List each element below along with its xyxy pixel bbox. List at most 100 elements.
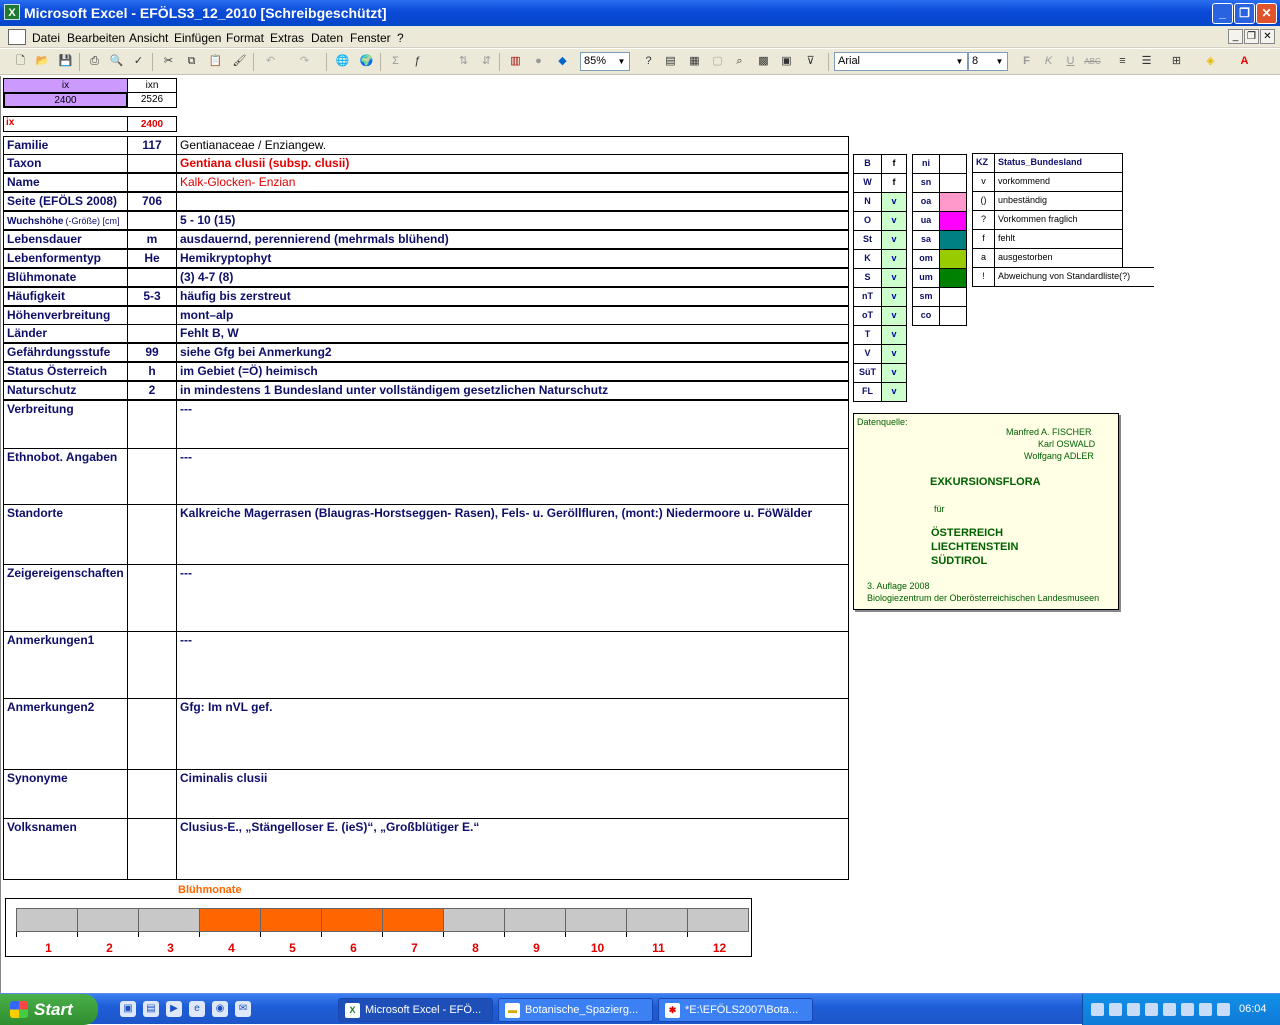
region-color-swatch[interactable] bbox=[939, 268, 967, 288]
drawing-icon[interactable]: ◆ bbox=[554, 53, 571, 70]
sort-desc-icon[interactable]: ⇵ bbox=[478, 53, 495, 70]
row-code[interactable] bbox=[127, 211, 177, 230]
row-code[interactable] bbox=[127, 268, 177, 287]
doc-close-icon[interactable]: ✕ bbox=[1260, 29, 1275, 44]
row-value[interactable]: --- bbox=[176, 631, 849, 699]
menu-einfuegen[interactable]: Einfügen bbox=[174, 31, 221, 45]
toolbar-icon[interactable]: ▢ bbox=[709, 53, 726, 70]
row-value[interactable]: häufig bis zerstreut bbox=[176, 287, 849, 306]
row-value[interactable]: ausdauernd, perennierend (mehrmals blühe… bbox=[176, 230, 849, 249]
land-status[interactable]: v bbox=[881, 306, 907, 326]
close-button[interactable]: ✕ bbox=[1256, 3, 1277, 24]
land-status[interactable]: v bbox=[881, 363, 907, 383]
quicklaunch-firefox-icon[interactable]: ◉ bbox=[212, 1001, 228, 1017]
font-color-icon[interactable]: A bbox=[1236, 53, 1253, 70]
row-value[interactable]: (3) 4-7 (8) bbox=[176, 268, 849, 287]
row-value[interactable]: Kalkreiche Magerrasen (Blaugras-Horstseg… bbox=[176, 504, 849, 565]
tray-icon[interactable] bbox=[1217, 1003, 1230, 1016]
quicklaunch-icon[interactable]: ✉ bbox=[235, 1001, 251, 1017]
bold-button[interactable]: F bbox=[1018, 53, 1035, 70]
row-code[interactable] bbox=[127, 154, 177, 173]
row-code[interactable] bbox=[127, 698, 177, 770]
borders-icon[interactable]: ⊞ bbox=[1168, 53, 1185, 70]
quicklaunch-ie-icon[interactable]: e bbox=[189, 1001, 205, 1017]
fill-color-icon[interactable]: ◈ bbox=[1202, 53, 1219, 70]
task-folder[interactable]: ▬ Botanische_Spazierg... bbox=[498, 998, 653, 1022]
land-status[interactable]: v bbox=[881, 211, 907, 231]
sort-asc-icon[interactable]: ⇅ bbox=[455, 53, 472, 70]
font-select[interactable]: Arial ▼ bbox=[834, 52, 968, 71]
align-left-icon[interactable]: ≡ bbox=[1114, 53, 1131, 70]
spelling-icon[interactable]: ✓ bbox=[130, 53, 147, 70]
row-code[interactable] bbox=[127, 818, 177, 880]
hyperlink-icon[interactable]: 🌐 bbox=[334, 53, 351, 70]
row-code[interactable]: He bbox=[127, 249, 177, 268]
format-painter-icon[interactable]: 🖌 bbox=[231, 53, 248, 70]
save-icon[interactable]: 💾 bbox=[57, 53, 74, 70]
menu-datei[interactable]: Datei bbox=[32, 31, 60, 45]
toolbar-icon[interactable]: ▩ bbox=[755, 53, 772, 70]
binoculars-icon[interactable]: ⌕ bbox=[731, 53, 748, 70]
land-status[interactable]: f bbox=[881, 173, 907, 193]
filter-icon[interactable]: ⊽ bbox=[802, 53, 819, 70]
row-code[interactable] bbox=[127, 769, 177, 819]
region-color-swatch[interactable] bbox=[939, 249, 967, 269]
paste-icon[interactable]: 📋 bbox=[207, 53, 224, 70]
row-value[interactable]: mont–alp bbox=[176, 306, 849, 325]
row-code[interactable] bbox=[127, 400, 177, 449]
ix-value-cell[interactable]: 2400 bbox=[3, 92, 128, 108]
quicklaunch-media-icon[interactable]: ▶ bbox=[166, 1001, 182, 1017]
row-code[interactable]: 706 bbox=[127, 192, 177, 211]
underline-button[interactable]: U bbox=[1062, 53, 1079, 70]
menu-help[interactable]: ? bbox=[397, 31, 404, 45]
map-icon[interactable]: ● bbox=[530, 53, 547, 70]
print-icon[interactable]: ⎙ bbox=[86, 53, 103, 70]
align-center-icon[interactable]: ☰ bbox=[1138, 53, 1155, 70]
land-status[interactable]: v bbox=[881, 230, 907, 250]
new-icon[interactable]: 🗋 bbox=[12, 53, 29, 70]
land-status[interactable]: v bbox=[881, 287, 907, 307]
land-status[interactable]: v bbox=[881, 268, 907, 288]
menu-fenster[interactable]: Fenster bbox=[350, 31, 391, 45]
tray-icon[interactable] bbox=[1145, 1003, 1158, 1016]
menu-ansicht[interactable]: Ansicht bbox=[129, 31, 168, 45]
strike-button[interactable]: ABC bbox=[1084, 53, 1101, 70]
row-code[interactable]: m bbox=[127, 230, 177, 249]
ixn-value-cell[interactable]: 2526 bbox=[127, 92, 177, 108]
chart-wizard-icon[interactable]: ▥ bbox=[507, 53, 524, 70]
volume-icon[interactable] bbox=[1109, 1003, 1122, 1016]
row-value[interactable]: Clusius-E., „Stängelloser E. (ieS)“, „Gr… bbox=[176, 818, 849, 880]
region-color-swatch[interactable] bbox=[939, 287, 967, 307]
autosum-icon[interactable]: Σ bbox=[387, 53, 404, 70]
row-value[interactable]: Fehlt B, W bbox=[176, 324, 849, 343]
row-value[interactable]: --- bbox=[176, 400, 849, 449]
region-color-swatch[interactable] bbox=[939, 154, 967, 174]
info-icon[interactable] bbox=[1199, 1003, 1212, 1016]
help-icon[interactable]: ? bbox=[640, 53, 657, 70]
function-icon[interactable]: ƒ bbox=[409, 53, 426, 70]
print-preview-icon[interactable]: 🔍 bbox=[108, 53, 125, 70]
network-icon[interactable] bbox=[1091, 1003, 1104, 1016]
task-excel[interactable]: X Microsoft Excel - EFÖ... bbox=[338, 998, 493, 1022]
row-value[interactable]: Gentiana clusii (subsp. clusii) bbox=[176, 154, 849, 173]
row-code[interactable]: 99 bbox=[127, 343, 177, 362]
row-value[interactable]: --- bbox=[176, 564, 849, 632]
web-icon[interactable]: 🌍 bbox=[358, 53, 375, 70]
row-code[interactable]: h bbox=[127, 362, 177, 381]
land-status[interactable]: v bbox=[881, 249, 907, 269]
region-color-swatch[interactable] bbox=[939, 173, 967, 193]
minimize-button[interactable]: _ bbox=[1212, 3, 1233, 24]
row-code[interactable] bbox=[127, 324, 177, 343]
doc-restore-icon[interactable]: ❐ bbox=[1244, 29, 1259, 44]
land-status[interactable]: v bbox=[881, 382, 907, 402]
row-value[interactable]: Gentianaceae / Enziangew. bbox=[176, 136, 849, 155]
document-icon[interactable] bbox=[8, 29, 26, 45]
tray-icon[interactable] bbox=[1181, 1003, 1194, 1016]
row-value[interactable]: im Gebiet (=Ö) heimisch bbox=[176, 362, 849, 381]
task-acrobat[interactable]: ✱ *E:\EFÖLS2007\Bota... bbox=[658, 998, 813, 1022]
row-value[interactable] bbox=[176, 192, 849, 211]
maximize-button[interactable]: ❐ bbox=[1234, 3, 1255, 24]
menu-daten[interactable]: Daten bbox=[311, 31, 343, 45]
row-code[interactable]: 2 bbox=[127, 381, 177, 400]
land-status[interactable]: v bbox=[881, 344, 907, 364]
